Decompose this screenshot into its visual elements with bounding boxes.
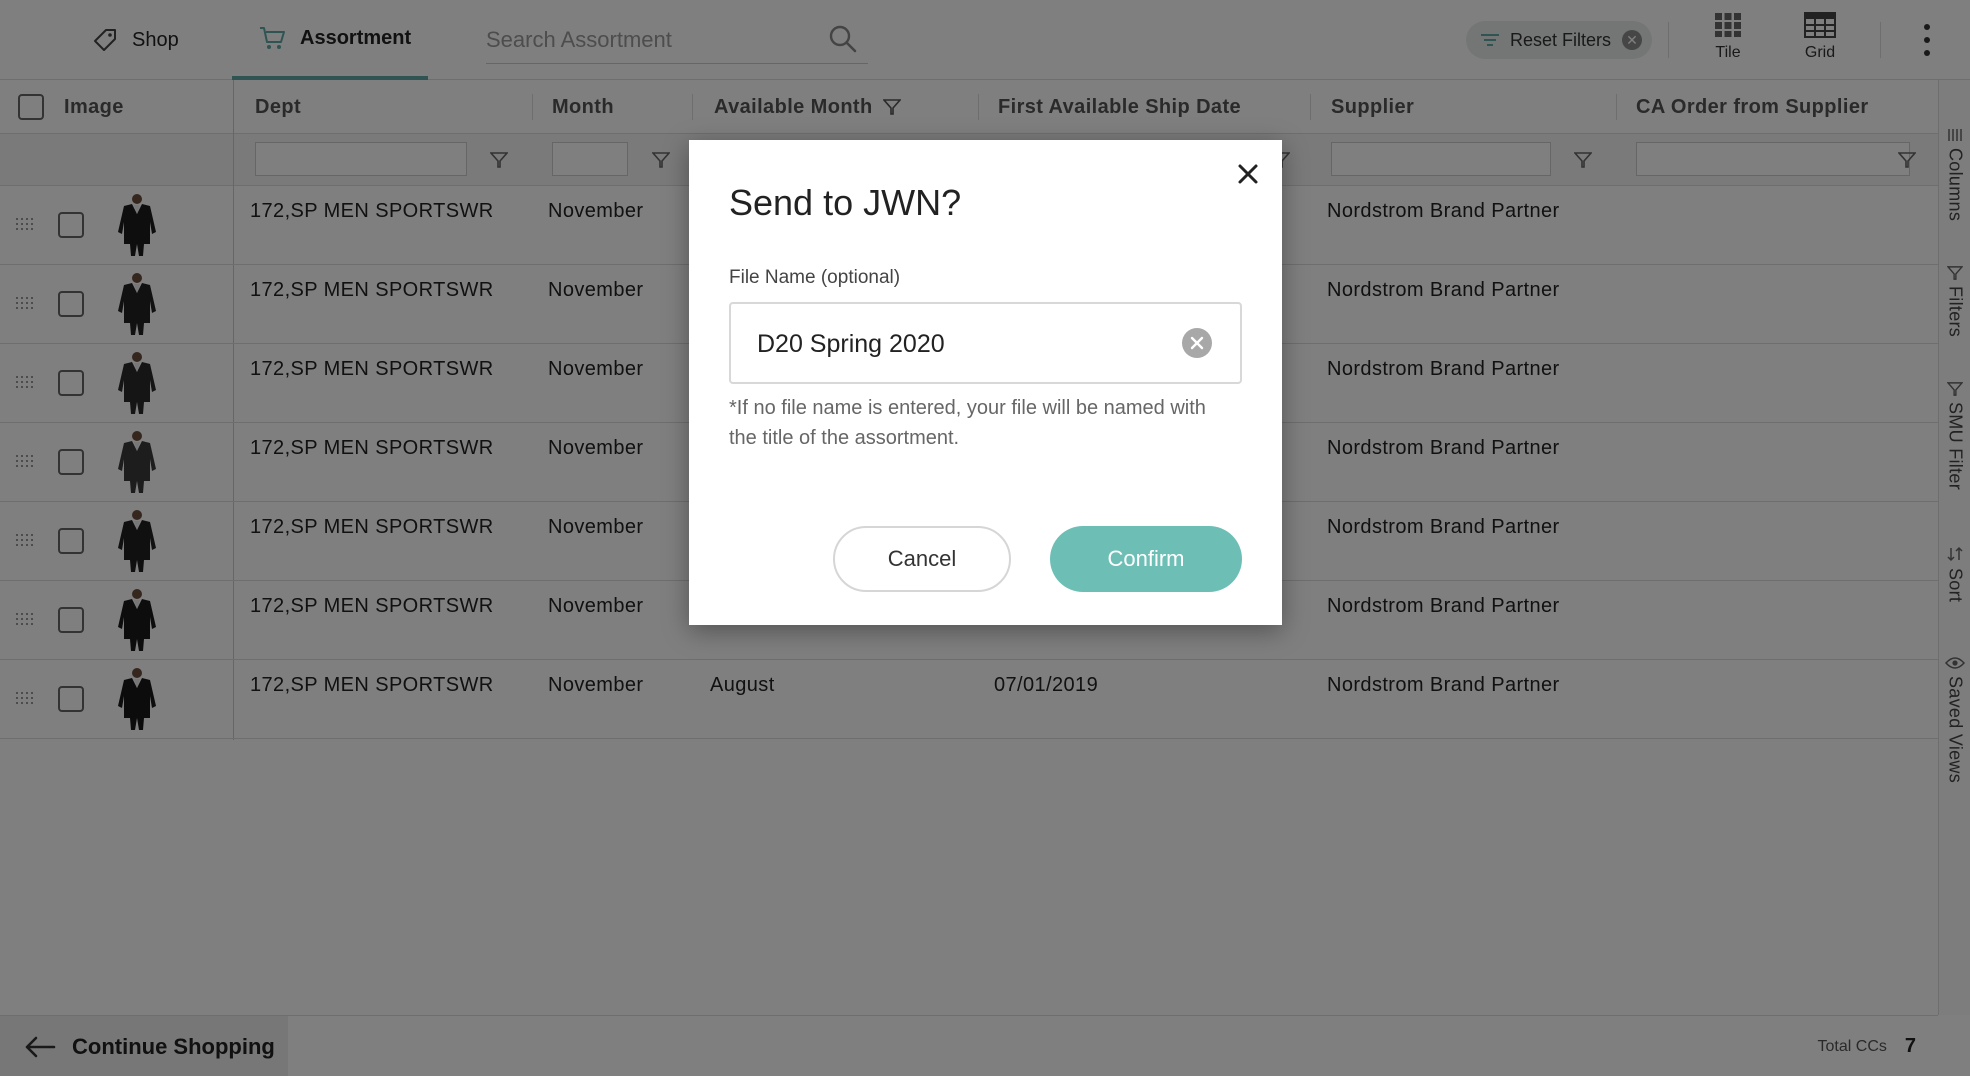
file-name-hint: *If no file name is entered, your file w… [729,397,1206,449]
close-icon[interactable] [1232,158,1264,190]
file-name-field [729,302,1242,384]
cancel-button[interactable]: Cancel [833,526,1011,592]
file-name-label: File Name (optional) [729,267,901,288]
clear-input-icon[interactable] [1182,328,1212,358]
send-to-jwn-dialog: Send to JWN? File Name (optional) *If no… [689,140,1282,625]
dialog-title: Send to JWN? [729,182,962,223]
confirm-button[interactable]: Confirm [1050,526,1242,592]
file-name-input[interactable] [757,324,1167,364]
